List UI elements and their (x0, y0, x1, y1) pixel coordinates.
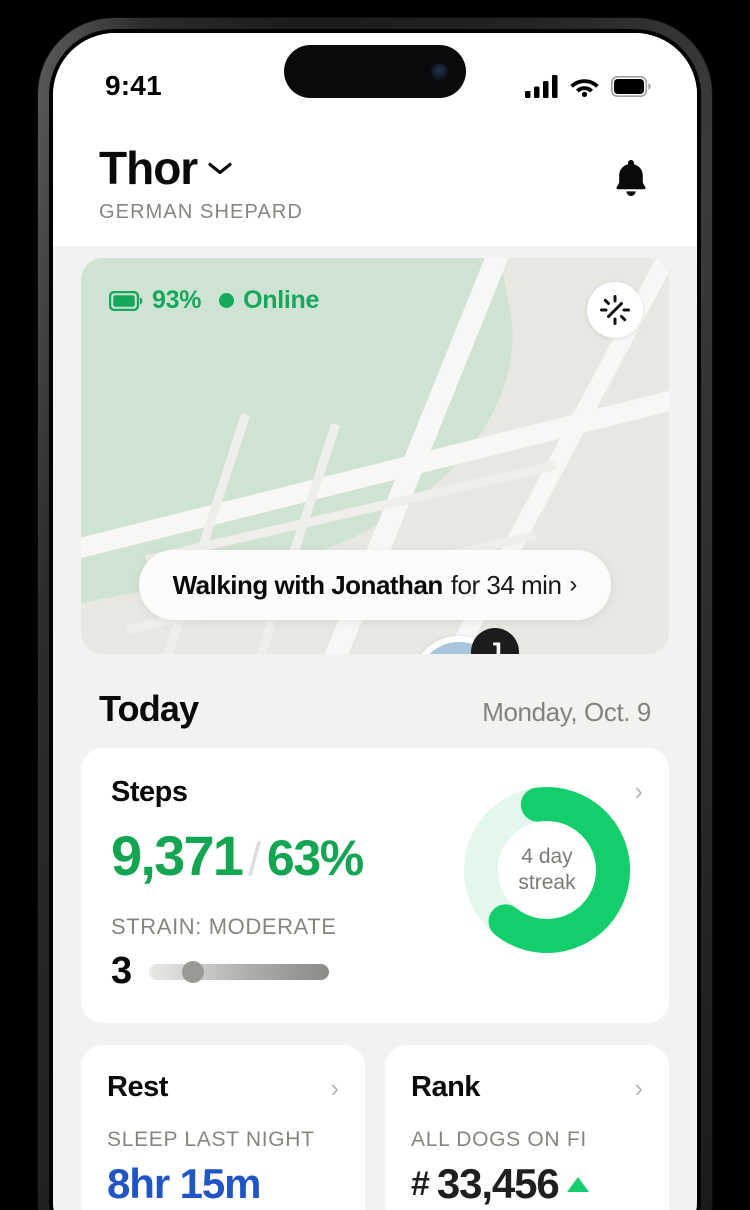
rank-card-value: #33,456 (411, 1160, 643, 1208)
front-camera-icon (431, 63, 448, 80)
today-date: Monday, Oct. 9 (482, 697, 651, 727)
walker-initial-badge: J (471, 628, 519, 654)
chevron-right-icon[interactable]: › (634, 776, 643, 807)
rest-card-label: SLEEP LAST NIGHT (107, 1128, 315, 1151)
scroll-content: 93% Online J Walking with Jonathan for 3… (53, 258, 697, 1210)
triangle-up-icon (566, 1176, 589, 1192)
phone-frame: 9:41 Thor GERMAN SHEPARD 93% Online J Wa… (38, 18, 712, 1210)
steps-percent: 63% (266, 830, 364, 886)
activity-status-pill[interactable]: Walking with Jonathan for 34 min › (139, 550, 611, 620)
recenter-map-button[interactable] (587, 282, 643, 338)
section-title: Today (99, 688, 199, 729)
battery-status: 93% (109, 286, 201, 315)
rest-card-value: 8hr 15m (107, 1160, 261, 1207)
phone-bezel: 9:41 Thor GERMAN SHEPARD 93% Online J Wa… (49, 29, 701, 1210)
steps-separator: / (248, 833, 261, 885)
strain-slider-knob[interactable] (181, 960, 204, 983)
status-bar: 9:41 (53, 33, 697, 129)
dog-breed-label: GERMAN SHEPARD (99, 201, 303, 223)
steps-progress-ring: 4 day streak (459, 782, 635, 958)
status-bar-indicators (525, 74, 651, 98)
rank-card[interactable]: Rank ALL DOGS ON FI #33,456 › (385, 1045, 669, 1210)
streak-line-1: 4 day (521, 844, 573, 868)
dog-header-row: Thor GERMAN SHEPARD (99, 145, 651, 224)
chevron-down-icon[interactable] (207, 160, 233, 176)
today-section-header: Today Monday, Oct. 9 (53, 654, 697, 748)
dog-selector[interactable]: Thor (99, 145, 303, 191)
summary-cards-row: Rest SLEEP LAST NIGHT 8hr 15m › Rank ALL… (53, 1023, 697, 1210)
phone-screen: 9:41 Thor GERMAN SHEPARD 93% Online J Wa… (53, 33, 697, 1210)
strain-value: 3 (111, 950, 132, 992)
rank-hash-symbol: # (411, 1164, 430, 1203)
wifi-icon (570, 79, 599, 97)
strain-row: 3 (111, 950, 459, 993)
page-title: Thor (99, 142, 198, 194)
steps-count: 9,371 (111, 824, 244, 887)
screenshot-stage: 9:41 Thor GERMAN SHEPARD 93% Online J Wa… (0, 0, 750, 1210)
live-map-card[interactable]: 93% Online J Walking with Jonathan for 3… (81, 258, 669, 654)
steps-metric: 9,371 / 63% (111, 823, 459, 888)
bell-icon[interactable] (611, 157, 651, 201)
locate-crosshair-icon[interactable] (600, 295, 630, 325)
battery-icon (109, 290, 143, 311)
strain-slider[interactable] (149, 960, 330, 983)
rank-card-label: ALL DOGS ON FI (411, 1128, 587, 1151)
strain-label: STRAIN: MODERATE (111, 914, 337, 939)
activity-primary-text: Walking with Jonathan (172, 569, 444, 600)
dynamic-island (284, 45, 466, 98)
activity-secondary-text: for 34 min (450, 569, 562, 600)
rank-number: 33,456 (436, 1160, 560, 1207)
rank-card-title: Rank (411, 1071, 480, 1103)
streak-label: 4 day streak (459, 782, 635, 958)
cellular-bars-icon (525, 74, 558, 98)
dog-location-marker[interactable]: J (411, 628, 519, 654)
rest-card-title: Rest (107, 1071, 168, 1103)
rest-card[interactable]: Rest SLEEP LAST NIGHT 8hr 15m › (81, 1045, 365, 1210)
chevron-right-icon[interactable]: › (634, 1073, 643, 1104)
battery-full-icon (611, 75, 651, 97)
dog-identity: Thor GERMAN SHEPARD (99, 145, 303, 224)
connection-status-label: Online (243, 286, 320, 314)
status-bar-clock: 9:41 (105, 70, 162, 101)
app-header: Thor GERMAN SHEPARD (53, 129, 697, 246)
chevron-right-icon[interactable]: › (569, 571, 577, 599)
connection-status: Online (219, 286, 319, 315)
device-status-row: 93% Online (109, 286, 319, 315)
online-dot (219, 293, 235, 308)
steps-card-title: Steps (111, 776, 188, 808)
battery-percent: 93% (152, 286, 202, 314)
steps-card[interactable]: Steps 9,371 / 63% STRAIN: MODERATE 3 4 d… (81, 748, 669, 1023)
chevron-right-icon[interactable]: › (330, 1073, 339, 1104)
streak-line-2: streak (518, 871, 576, 894)
steps-details: Steps 9,371 / 63% STRAIN: MODERATE 3 (111, 776, 459, 993)
notifications-button[interactable] (611, 157, 651, 206)
